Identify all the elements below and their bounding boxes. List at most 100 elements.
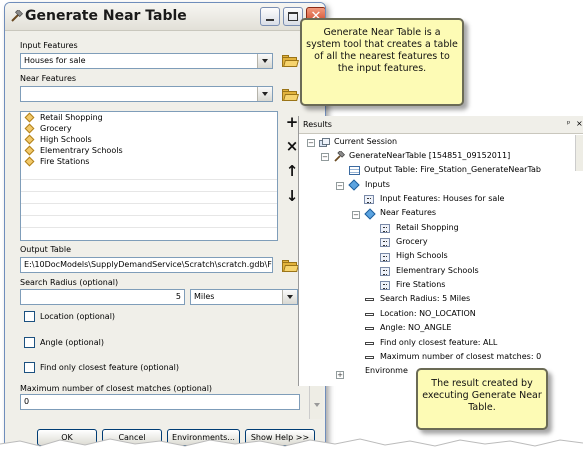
- feature-class-icon: [24, 134, 35, 145]
- list-divider: [21, 179, 277, 180]
- near-features-label: Near Features: [20, 74, 77, 83]
- torn-edge-decoration: [0, 438, 583, 459]
- max-matches-node[interactable]: Maximum number of closest matches: 0: [380, 352, 541, 361]
- near-feature-item[interactable]: Grocery: [396, 237, 428, 246]
- parameter-dash-icon: [365, 313, 374, 316]
- current-session-node[interactable]: Current Session: [334, 137, 397, 146]
- near-feature-item[interactable]: Elementrary Schools: [396, 266, 479, 275]
- minimize-icon: [266, 19, 274, 21]
- results-scrollbar[interactable]: [575, 135, 583, 171]
- near-feature-item[interactable]: Fire Stations: [396, 280, 445, 289]
- location-node[interactable]: Location: NO_LOCATION: [380, 309, 476, 318]
- parameter-icon: [364, 195, 374, 204]
- list-divider: [21, 191, 277, 192]
- location-checkbox[interactable]: [24, 311, 35, 322]
- list-item[interactable]: High Schools: [21, 134, 277, 145]
- feature-class-icon: [24, 112, 35, 123]
- list-item-label: Grocery: [40, 124, 72, 133]
- arrow-down-icon: ↓: [285, 187, 299, 205]
- input-features-combo[interactable]: Houses for sale: [20, 53, 273, 69]
- chevron-down-icon[interactable]: [257, 54, 272, 68]
- arrow-up-icon: ↑: [285, 162, 299, 180]
- parameter-icon: [380, 281, 390, 290]
- closest-feature-checkbox[interactable]: [24, 362, 35, 373]
- search-radius-unit-value: Miles: [194, 292, 215, 301]
- list-item[interactable]: Fire Stations: [21, 156, 277, 167]
- parameter-icon: [380, 238, 390, 247]
- near-feature-item[interactable]: High Schools: [396, 251, 448, 260]
- output-table-field[interactable]: E:\10DocModels\SupplyDemandService\Scrat…: [20, 257, 273, 273]
- closest-node[interactable]: Find only closest feature: ALL: [380, 338, 497, 347]
- chevron-down-icon[interactable]: [257, 87, 272, 101]
- list-item[interactable]: Retail Shopping: [21, 112, 277, 123]
- max-matches-field[interactable]: 0: [20, 394, 300, 410]
- chevron-down-icon[interactable]: [282, 290, 297, 304]
- list-item[interactable]: Elementrary Schools: [21, 145, 277, 156]
- dialog-titlebar: Generate Near Table ✕: [5, 3, 325, 31]
- list-item[interactable]: Grocery: [21, 123, 277, 134]
- input-features-value: Houses for sale: [24, 56, 86, 65]
- search-radius-node[interactable]: Search Radius: 5 Miles: [380, 294, 470, 303]
- collapse-icon[interactable]: −: [307, 139, 315, 147]
- inputs-node[interactable]: Inputs: [365, 180, 390, 189]
- result-description-callout: The result created by executing Generate…: [416, 368, 548, 430]
- dialog-scrollbar[interactable]: [309, 383, 323, 419]
- list-divider: [21, 215, 277, 216]
- list-item-label: Elementrary Schools: [40, 146, 123, 155]
- pin-icon[interactable]: ᵖ: [567, 119, 570, 128]
- tool-result-node[interactable]: GenerateNearTable [154851_09152011]: [349, 151, 510, 160]
- expand-icon[interactable]: +: [336, 371, 344, 379]
- results-header: Results ᵖ ×: [299, 116, 583, 134]
- parameter-icon: [380, 253, 390, 262]
- feature-class-icon: [24, 156, 35, 167]
- scroll-down-icon[interactable]: [314, 403, 320, 407]
- generate-near-table-dialog: Generate Near Table ✕ Input Features Hou…: [4, 2, 326, 448]
- near-features-list[interactable]: Retail Shopping Grocery High Schools Ele…: [20, 111, 278, 241]
- list-divider: [21, 227, 277, 228]
- list-item-label: Retail Shopping: [40, 113, 103, 122]
- angle-label: Angle (optional): [40, 338, 104, 347]
- near-features-icon: [364, 208, 376, 220]
- x-icon: ×: [285, 137, 299, 155]
- feature-class-icon: [24, 123, 35, 134]
- parameter-dash-icon: [365, 342, 374, 345]
- hammer-icon: [334, 151, 345, 162]
- collapse-icon[interactable]: −: [321, 153, 329, 161]
- collapse-icon[interactable]: −: [352, 211, 360, 219]
- near-features-browse-button[interactable]: [280, 86, 300, 104]
- folder-icon-front: [283, 60, 299, 67]
- session-icon: [319, 138, 330, 147]
- folder-icon-front: [283, 265, 299, 272]
- close-icon[interactable]: ×: [576, 119, 583, 128]
- minimize-button[interactable]: [260, 7, 280, 26]
- inputs-icon: [348, 179, 360, 191]
- collapse-icon[interactable]: −: [336, 182, 344, 190]
- table-icon: [349, 166, 360, 175]
- closest-feature-label: Find only closest feature (optional): [40, 363, 179, 372]
- near-features-combo[interactable]: [20, 86, 273, 102]
- angle-checkbox[interactable]: [24, 337, 35, 348]
- results-title: Results: [303, 120, 332, 129]
- output-table-node[interactable]: Output Table: Fire_Station_GenerateNearT…: [364, 165, 541, 174]
- hammer-icon: [11, 10, 23, 22]
- parameter-icon: [380, 224, 390, 233]
- search-radius-field[interactable]: 5: [20, 289, 185, 305]
- parameter-dash-icon: [365, 327, 374, 330]
- list-divider: [21, 203, 277, 204]
- plus-icon: +: [285, 113, 299, 131]
- location-label: Location (optional): [40, 312, 116, 321]
- parameter-dash-icon: [365, 356, 374, 359]
- output-table-browse-button[interactable]: [280, 257, 300, 275]
- folder-icon-front: [283, 94, 299, 101]
- environments-node[interactable]: Environme: [365, 366, 408, 375]
- feature-class-icon: [24, 145, 35, 156]
- input-features-browse-button[interactable]: [280, 52, 300, 70]
- search-radius-unit-select[interactable]: Miles: [190, 289, 298, 305]
- near-features-node[interactable]: Near Features: [380, 208, 436, 217]
- list-item-label: Fire Stations: [40, 157, 90, 166]
- input-features-node[interactable]: Input Features: Houses for sale: [380, 194, 504, 203]
- near-feature-item[interactable]: Retail Shopping: [396, 223, 459, 232]
- results-window: Results ᵖ × − Current Session − Generate…: [298, 116, 583, 386]
- output-table-label: Output Table: [20, 245, 72, 254]
- angle-node[interactable]: Angle: NO_ANGLE: [380, 323, 451, 332]
